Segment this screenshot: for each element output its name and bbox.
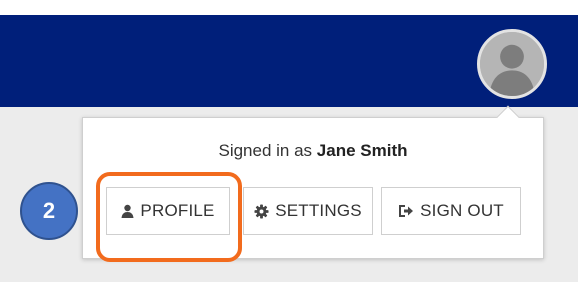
profile-button-label: PROFILE [140, 201, 215, 220]
settings-button-label: SETTINGS [275, 201, 362, 220]
settings-button[interactable]: SETTINGS [243, 187, 373, 235]
profile-button[interactable]: PROFILE [106, 187, 230, 235]
sign-out-button[interactable]: SIGN OUT [381, 187, 521, 235]
sign-out-icon [398, 204, 414, 218]
signed-in-text: Signed in as Jane Smith [82, 141, 544, 161]
user-icon [121, 204, 134, 218]
gear-icon [254, 203, 269, 219]
sign-out-button-label: SIGN OUT [420, 201, 504, 220]
step-number: 2 [42, 198, 56, 223]
top-strip [0, 0, 578, 15]
user-avatar-button[interactable] [477, 29, 547, 99]
user-name: Jane Smith [316, 141, 408, 160]
step-number-badge: 2 [20, 182, 78, 240]
signed-in-prefix: Signed in as [218, 141, 313, 160]
user-avatar-icon [480, 32, 544, 96]
